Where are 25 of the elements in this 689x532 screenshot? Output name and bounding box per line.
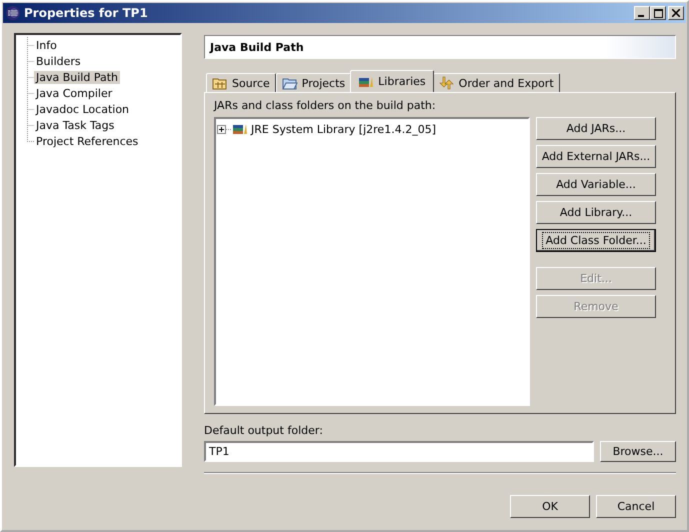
- tree-item[interactable]: Java Task Tags: [34, 118, 116, 132]
- action-button[interactable]: Add Class Folder...: [536, 229, 656, 252]
- list-label: JARs and class folders on the build path:: [214, 99, 437, 112]
- tree-item[interactable]: Javadoc Location: [34, 102, 132, 116]
- dialog-button[interactable]: Cancel: [596, 495, 676, 518]
- window-title: Properties for TP1: [24, 6, 149, 20]
- action-button[interactable]: Add Library...: [536, 201, 656, 224]
- tree-item[interactable]: Info: [34, 38, 59, 52]
- tree-item[interactable]: Project References: [34, 134, 140, 148]
- action-button[interactable]: Add JARs...: [536, 117, 656, 140]
- output-folder-label: Default output folder:: [204, 424, 324, 437]
- tab[interactable]: Source: [206, 73, 276, 92]
- tree-item[interactable]: Builders: [34, 54, 83, 68]
- tree-item[interactable]: Java Compiler: [34, 86, 114, 100]
- dialog-button[interactable]: OK: [510, 495, 590, 518]
- browse-button[interactable]: Browse...: [600, 441, 676, 462]
- action-button[interactable]: Add Variable...: [536, 173, 656, 196]
- page-title: Java Build Path: [210, 40, 304, 54]
- tab[interactable]: Order and Export: [432, 73, 560, 92]
- tab[interactable]: Projects: [276, 73, 352, 92]
- tab[interactable]: Libraries: [350, 70, 434, 92]
- tree-item[interactable]: Java Build Path: [34, 70, 120, 84]
- library-item[interactable]: JRE System Library [j2re1.4.2_05]: [251, 122, 436, 136]
- action-button[interactable]: Add External JARs...: [536, 145, 656, 168]
- output-folder-field[interactable]: TP1: [204, 441, 594, 462]
